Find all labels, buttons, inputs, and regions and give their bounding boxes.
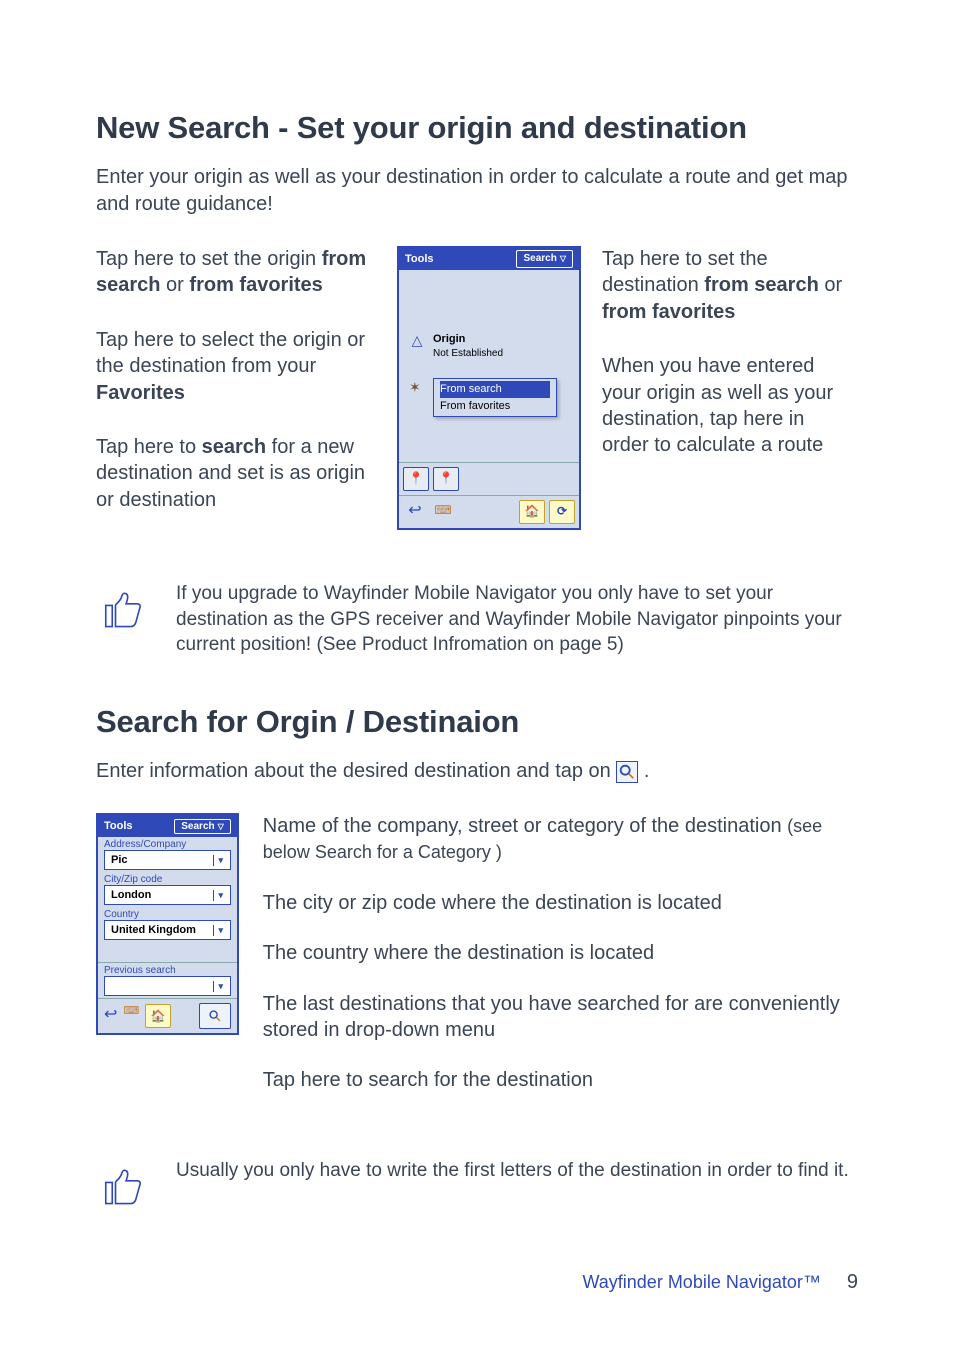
origin-triangle-icon: △ <box>409 332 425 348</box>
phone2-footer: ↩ ⌨ 🏠 <box>98 998 237 1033</box>
note-previous: The last destinations that you have sear… <box>263 991 858 1044</box>
right-a-b2: from favorites <box>602 301 735 323</box>
page-footer: Wayfinder Mobile Navigator™ 9 <box>0 1271 954 1294</box>
popup-from-search[interactable]: From search <box>440 381 550 398</box>
chevron-down-icon: ▽ <box>218 822 224 831</box>
tip-1-text: If you upgrade to Wayfinder Mobile Navig… <box>176 581 858 658</box>
phone2-search-tab[interactable]: Search ▽ <box>174 819 231 834</box>
phone-header: Tools Search ▽ <box>399 248 579 270</box>
diagram-right-column: Tap here to set the destination from sea… <box>602 246 852 487</box>
section2-intro-line: Enter information about the desired dest… <box>96 758 858 785</box>
country-label: Country <box>98 907 237 920</box>
keyboard-icon[interactable]: ⌨ <box>123 1004 139 1028</box>
section2-intro: Enter information about the desired dest… <box>96 760 616 782</box>
left-a-pre: Tap here to set the origin <box>96 248 322 270</box>
country-value: United Kingdom <box>111 924 196 936</box>
tip-2-text: Usually you only have to write the first… <box>176 1158 849 1184</box>
note-address-main: Name of the company, street or category … <box>263 815 787 837</box>
page: New Search - Set your origin and destina… <box>0 0 954 1354</box>
section1-intro: Enter your origin as well as your destin… <box>96 164 858 218</box>
address-company-field[interactable]: Pic ▾ <box>104 850 231 870</box>
left-a-mid: or <box>161 274 190 296</box>
right-b: When you have entered your origin as wel… <box>602 353 852 459</box>
dropdown-icon[interactable]: ▾ <box>213 855 228 866</box>
pin-icon[interactable]: 📍 <box>403 467 429 491</box>
footer-product: Wayfinder Mobile Navigator™ <box>582 1272 820 1293</box>
phone-body: △ ✶ Origin Not Established From search F… <box>399 270 579 462</box>
note-country: The country where the destination is loc… <box>263 940 858 966</box>
tip-block-1: If you upgrade to Wayfinder Mobile Navig… <box>96 581 858 658</box>
right-a-b1: from search <box>704 274 819 296</box>
phone2-header: Tools Search ▽ <box>98 815 237 837</box>
left-b-pre: Tap here to select the origin or the des… <box>96 329 365 377</box>
back-arrow-icon[interactable]: ↩ <box>403 500 427 522</box>
previous-search-label: Previous search <box>98 963 237 976</box>
keyboard-icon[interactable]: ⌨ <box>431 500 455 522</box>
dropdown-icon[interactable]: ▾ <box>213 925 228 936</box>
previous-search-field[interactable]: ▾ <box>104 976 231 996</box>
popup-from-favorites[interactable]: From favorites <box>440 398 550 415</box>
note-search: Tap here to search for the destination <box>263 1067 858 1093</box>
origin-popup-menu: From search From favorites <box>433 378 557 417</box>
phone-toolbar-row2: ↩ ⌨ 🏠 ⟳ <box>399 495 579 528</box>
origin-destination-diagram: Tap here to set the origin from search o… <box>96 246 858 541</box>
diagram-left-column: Tap here to set the origin from search o… <box>96 246 376 541</box>
note-city: The city or zip code where the destinati… <box>263 890 858 916</box>
destination-icon: ✶ <box>409 378 425 394</box>
phone-search-label: Search <box>523 252 556 265</box>
country-field[interactable]: United Kingdom ▾ <box>104 920 231 940</box>
tip-block-2: Usually you only have to write the first… <box>96 1158 858 1210</box>
magnifier-icon <box>208 1009 222 1023</box>
section2-heading: Search for Orgin / Destinaion <box>96 704 858 740</box>
thumbs-up-icon <box>96 581 148 633</box>
phone2-search-label: Search <box>181 821 214 832</box>
phone-toolbar-row1: 📍 📍 <box>399 462 579 495</box>
left-a-b2: from favorites <box>189 274 322 296</box>
back-arrow-icon[interactable]: ↩ <box>104 1004 117 1028</box>
origin-sublabel: Not Established <box>433 347 573 360</box>
left-b-b: Favorites <box>96 382 185 404</box>
section1-heading: New Search - Set your origin and destina… <box>96 110 858 146</box>
city-zip-value: London <box>111 889 151 901</box>
section2-intro-post: . <box>644 760 650 782</box>
origin-label: Origin <box>433 332 573 347</box>
city-zip-field[interactable]: London ▾ <box>104 885 231 905</box>
address-company-value: Pic <box>111 854 128 866</box>
magnifier-icon <box>616 761 638 783</box>
search-notes: Name of the company, street or category … <box>263 813 858 1118</box>
left-c-b: search <box>202 436 267 458</box>
address-company-label: Address/Company <box>98 837 237 850</box>
footer-page-number: 9 <box>847 1271 858 1294</box>
search-button[interactable] <box>199 1003 231 1029</box>
chevron-down-icon: ▽ <box>560 254 566 265</box>
dropdown-icon[interactable]: ▾ <box>213 981 228 992</box>
phone2-tools-label[interactable]: Tools <box>104 820 133 832</box>
city-zip-label: City/Zip code <box>98 872 237 885</box>
home-icon[interactable]: 🏠 <box>519 500 545 524</box>
dropdown-icon[interactable]: ▾ <box>213 890 228 901</box>
search-diagram: Tools Search ▽ Address/Company Pic ▾ Cit… <box>96 813 858 1118</box>
thumbs-up-icon <box>96 1158 148 1210</box>
calculate-route-button[interactable]: ⟳ <box>549 500 575 524</box>
phone-tools-label[interactable]: Tools <box>405 252 434 267</box>
phone-mock-new-search: Tools Search ▽ △ ✶ Origin Not Establishe… <box>394 246 584 530</box>
home-icon[interactable]: 🏠 <box>145 1004 171 1028</box>
pin-alt-icon[interactable]: 📍 <box>433 467 459 491</box>
phone-mock-search: Tools Search ▽ Address/Company Pic ▾ Cit… <box>96 813 239 1035</box>
right-a-mid: or <box>819 274 842 296</box>
left-c-pre: Tap here to <box>96 436 202 458</box>
phone-search-tab[interactable]: Search ▽ <box>516 250 573 267</box>
